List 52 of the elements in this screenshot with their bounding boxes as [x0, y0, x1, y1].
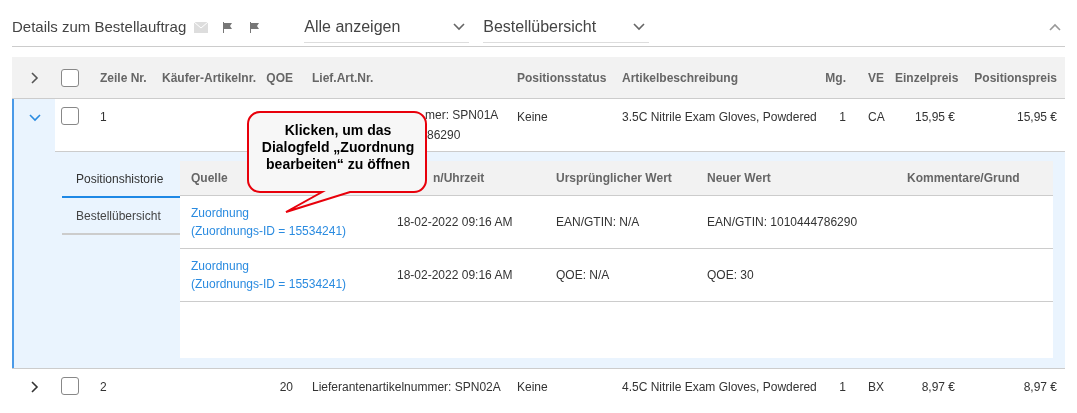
- table-cell: 1: [839, 110, 846, 124]
- column-header: n/Uhrzeit: [433, 171, 485, 185]
- table-cell: Keine: [517, 380, 548, 394]
- filter-dropdown[interactable]: Bestellübersicht: [483, 11, 650, 43]
- column-header: Lief.Art.Nr.: [312, 70, 374, 85]
- table-cell: 8,97 €: [1023, 380, 1057, 394]
- table-cell-text: 86290: [426, 127, 462, 144]
- table-cell: 4.5C Nitrile Exam Gloves, Powdered: [622, 380, 817, 394]
- table-cell: 3.5C Nitrile Exam Gloves, Powdered: [622, 110, 817, 124]
- table-cell: 2: [100, 380, 107, 394]
- flag-icon[interactable]: [222, 21, 234, 33]
- source-link[interactable]: (Zuordnungs-ID = 15534241): [191, 275, 347, 293]
- column-header: Käufer-Artikelnr.: [162, 70, 257, 85]
- checkbox[interactable]: [61, 377, 79, 395]
- source-link[interactable]: Zuordnung: [191, 257, 250, 275]
- column-header: Einzelpreis: [895, 70, 959, 85]
- flag-icon[interactable]: [249, 21, 261, 33]
- column-header: Kommentare/Grund: [907, 171, 1020, 185]
- column-header: VE: [868, 70, 884, 85]
- callout-text: Klicken, um das Dialogfeld „Zuordnung bearbeiten“ zu öffnen: [260, 122, 416, 173]
- table-cell: BX: [868, 380, 884, 394]
- table-cell-text: EAN/GTIN: N/A: [556, 214, 641, 231]
- table-cell-text: 18-02-2022 09:16 AM: [397, 267, 514, 284]
- table-cell-text: QOE: N/A: [556, 267, 611, 284]
- column-header: Neuer Wert: [707, 171, 771, 185]
- table-cell: CA: [868, 110, 885, 124]
- column-header: Zeile Nr.: [100, 70, 147, 85]
- source-link[interactable]: Zuordnung: [191, 204, 250, 222]
- table-cell: 15,95 €: [1016, 110, 1057, 124]
- table-cell: Keine: [517, 110, 548, 124]
- table-cell: 1: [839, 380, 846, 394]
- checkbox[interactable]: [61, 68, 79, 87]
- filter-dropdown[interactable]: Alle anzeigen: [304, 11, 470, 43]
- table-cell: 8,97 €: [921, 380, 955, 394]
- column-header: Positionsstatus: [517, 70, 607, 85]
- column-header: Positionspreis: [974, 70, 1057, 85]
- column-header: Artikelbeschreibung: [622, 70, 739, 85]
- table-cell: Lieferantenartikelnummer: SPN02A: [312, 380, 501, 394]
- checkbox[interactable]: [61, 107, 79, 125]
- column-header: QOE: [266, 70, 293, 85]
- table-cell-text: QOE: 30: [707, 267, 755, 284]
- table-cell: 20: [279, 380, 293, 394]
- table-cell: 15,95 €: [914, 110, 955, 124]
- table-cell-text: EAN/GTIN: 1010444786290: [707, 214, 859, 231]
- table-cell-text: 18-02-2022 09:16 AM: [397, 214, 514, 231]
- column-header: Ursprünglicher Wert: [556, 171, 672, 185]
- column-header: Quelle: [191, 171, 228, 185]
- column-header: Mg.: [825, 70, 846, 85]
- source-link[interactable]: (Zuordnungs-ID = 15534241): [191, 222, 347, 240]
- table-cell-text: mer: SPN01A: [425, 107, 500, 124]
- page-title: Details zum Bestellauftrag: [12, 16, 187, 37]
- table-cell: 1: [100, 110, 107, 124]
